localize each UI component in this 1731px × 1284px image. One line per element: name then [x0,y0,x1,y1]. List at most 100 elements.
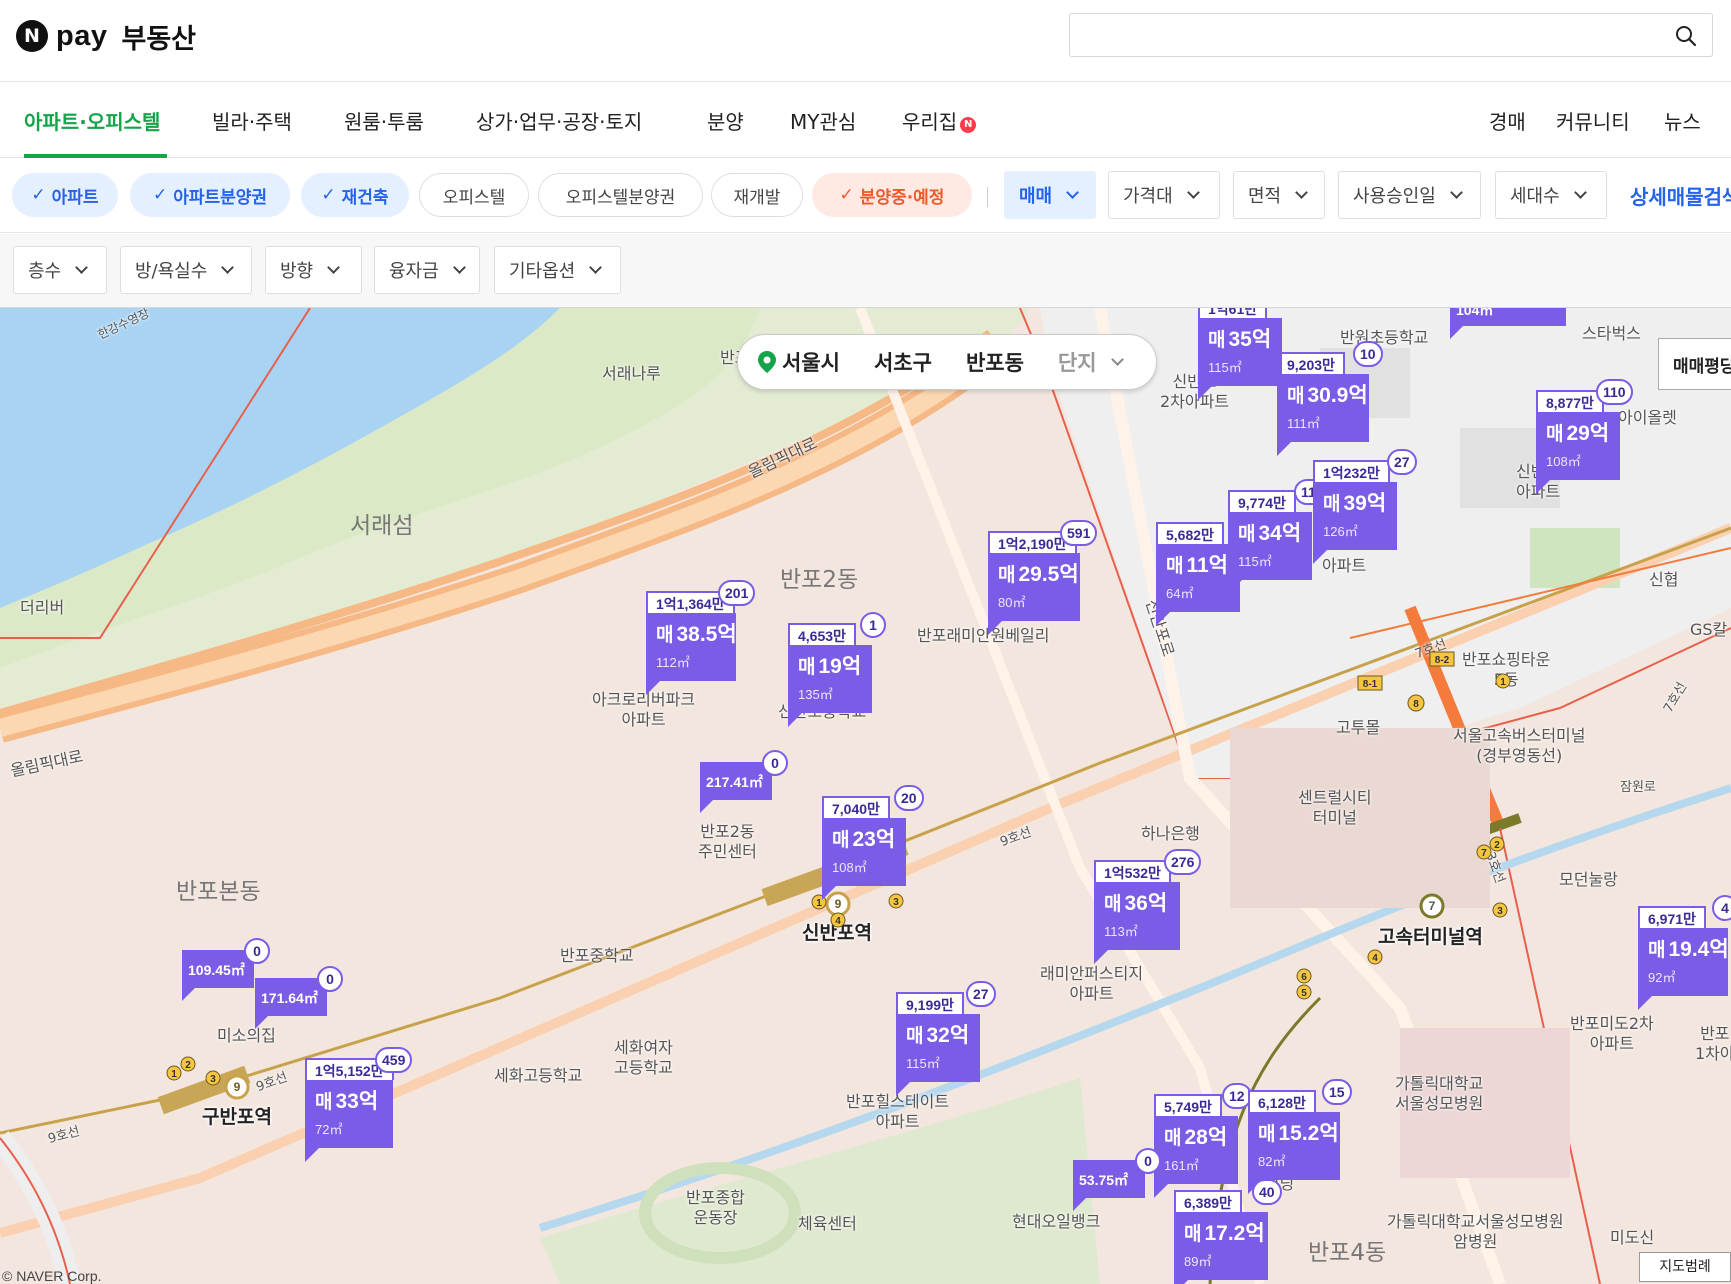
marker-price-prefix: 매 [315,1092,333,1113]
svg-text:8-1: 8-1 [1363,679,1378,690]
dropdown-price-range[interactable]: 가격대 [1108,171,1220,219]
marker-price-prefix: 매 [1164,1128,1182,1149]
map-price-type-button[interactable]: 매매평당 [1658,338,1731,390]
dropdown-loan[interactable]: 융자금 [374,246,480,294]
dropdown-label: 층수 [28,261,62,282]
marker-tail [1638,994,1654,1010]
chip-redevelopment[interactable]: 재개발 [711,173,803,217]
location-city[interactable]: 서울시 [782,347,840,377]
tab-commercial-land[interactable]: 상가·업무·공장·토지 [476,106,642,135]
chip-officetel[interactable]: 오피스텔 [419,173,529,217]
search-icon[interactable] [1674,24,1698,48]
marker-tail [646,679,662,695]
marker-body: 매 32억 115㎡ [896,1014,980,1082]
area-marker[interactable]: 104㎡ [1450,308,1566,339]
dropdown-floor[interactable]: 층수 [13,246,107,294]
marker-listing-count: 0 [762,750,788,776]
chip-apartment[interactable]: ✓ 아파트 [12,173,118,217]
marker-tail [182,987,196,1001]
area-marker[interactable]: 217.41㎡ 0 [700,750,788,813]
marker-price: 19.4억 [1668,938,1729,961]
marker-price-per-pyeong: 4,653만 [788,623,856,645]
area-marker[interactable]: 109.45㎡ 0 [182,938,270,1001]
marker-price-per-pyeong: 1억232만 [1313,460,1390,482]
check-icon: ✓ [152,185,168,205]
dropdown-direction[interactable]: 방향 [265,246,362,294]
marker-price: 29억 [1566,422,1610,445]
location-selector[interactable]: 서울시 서초구 반포동 단지 [737,334,1157,390]
dropdown-area[interactable]: 면적 [1233,171,1325,219]
dropdown-label: 가격대 [1123,186,1173,207]
marker-body: 매 19.4억 92㎡ [1638,928,1729,996]
dropdown-households[interactable]: 세대수 [1495,171,1607,219]
marker-tail [1154,1182,1170,1198]
dropdown-trade-type[interactable]: 매매 [1004,171,1096,219]
dropdown-label: 사용승인일 [1353,186,1436,207]
marker-price: 17.2억 [1204,1222,1265,1245]
dropdown-other-options[interactable]: 기타옵션 [494,246,621,294]
marker-price-per-pyeong: 6,971만 [1638,906,1706,928]
dropdown-label: 기타옵션 [509,261,576,282]
svg-text:1: 1 [171,1069,177,1080]
marker-body: 매 23억 108㎡ [822,818,906,886]
map-copyright: © NAVER Corp. [2,1268,102,1284]
tab-auction[interactable]: 경매 [1489,106,1526,135]
area-marker[interactable]: 171.64㎡ 0 [255,966,343,1029]
marker-price-per-pyeong: 1억532만 [1094,860,1171,882]
marker-price-prefix: 매 [1166,556,1184,577]
tab-my-interest[interactable]: MY관심 [790,106,856,135]
tab-villa-house[interactable]: 빌라·주택 [212,106,292,135]
marker-body: 매 34억 115㎡ [1228,512,1312,580]
marker-tail [1198,384,1214,400]
marker-price-prefix: 매 [656,625,674,646]
tab-community[interactable]: 커뮤니티 [1556,106,1630,135]
chip-label: 아파트분양권 [173,187,268,208]
marker-price-per-pyeong: 9,203만 [1277,352,1345,374]
marker-listing-count: 110 [1596,379,1633,405]
dropdown-label: 매매 [1019,186,1053,207]
marker-area: 161㎡ [1164,1158,1199,1173]
location-dong[interactable]: 반포동 [966,347,1024,377]
chip-reconstruction[interactable]: ✓ 재건축 [301,173,409,217]
property-type-filters: ✓ 아파트 ✓ 아파트분양권 ✓ 재건축 오피스텔 오피스텔분양권 재개발 ✓ 분양중·… [0,159,1731,233]
marker-area: 112㎡ [656,655,690,670]
marker-listing-count: 201 [718,580,756,606]
marker-price-prefix: 매 [1648,940,1666,961]
marker-price: 32억 [926,1024,970,1047]
svg-text:5: 5 [1301,988,1307,999]
marker-tail [305,1146,321,1162]
svg-text:3: 3 [210,1074,216,1085]
area-marker[interactable]: 53.75㎡ 0 [1073,1148,1161,1211]
tab-apartment-officetel[interactable]: 아파트·오피스텔 [24,106,160,135]
marker-price: 15.2억 [1278,1122,1339,1145]
naver-pay-logo[interactable]: N pay 부동산 [16,18,196,55]
marker-price-prefix: 매 [1104,894,1122,915]
marker-area: 80㎡ [998,595,1026,610]
tab-oneroom-tworoom[interactable]: 원룸·투룸 [344,106,424,135]
dropdown-approval-date[interactable]: 사용승인일 [1338,171,1481,219]
marker-body: 매 33억 72㎡ [305,1080,393,1148]
chip-officetel-presale-right[interactable]: 오피스텔분양권 [538,173,703,217]
chip-label: 재건축 [341,187,389,208]
chevron-down-icon [1573,185,1587,199]
marker-area: 92㎡ [1648,970,1676,985]
location-district[interactable]: 서초구 [874,347,932,377]
marker-body: 매 29억 108㎡ [1536,412,1620,480]
chip-apartment-presale-right[interactable]: ✓ 아파트분양권 [130,173,290,217]
chevron-down-icon [1449,185,1463,199]
tab-news[interactable]: 뉴스 [1664,106,1701,135]
tab-my-home[interactable]: 우리집 N [902,106,977,135]
search-input[interactable] [1069,13,1713,57]
map-legend-button[interactable]: 지도범례 [1639,1252,1731,1282]
marker-body: 매 19억 135㎡ [788,645,872,713]
detail-search-link[interactable]: 상세매물검색 [1630,181,1731,210]
marker-price: 29.5억 [1018,563,1079,586]
marker-listing-count: 276 [1164,849,1202,875]
marker-area: 72㎡ [315,1122,343,1137]
tab-presale[interactable]: 분양 [707,106,744,135]
location-complex[interactable]: 단지 [1058,347,1097,377]
chip-presale-ongoing[interactable]: ✓ 분양중·예정 [812,173,972,217]
marker-price-prefix: 매 [1238,524,1256,545]
dropdown-rooms-baths[interactable]: 방/욕실수 [120,246,252,294]
map-canvas[interactable]: 서래섬 반포2동 반포본동 반포4동 신반포역 구반포역 고속터미널역 서래나루… [0,308,1731,1284]
